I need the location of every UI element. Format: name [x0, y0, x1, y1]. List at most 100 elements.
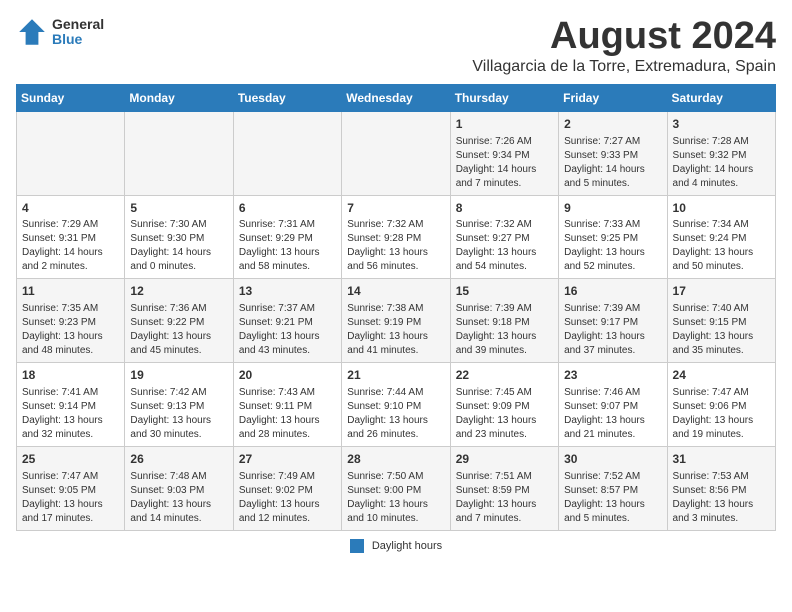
day-info: Sunrise: 7:39 AMSunset: 9:18 PMDaylight:…	[456, 302, 553, 358]
day-number: 25	[22, 451, 119, 468]
day-cell-17: 17Sunrise: 7:40 AMSunset: 9:15 PMDayligh…	[667, 279, 775, 363]
col-header-monday: Monday	[125, 84, 233, 111]
day-info: Sunrise: 7:29 AMSunset: 9:31 PMDaylight:…	[22, 218, 119, 274]
day-info: Sunrise: 7:27 AMSunset: 9:33 PMDaylight:…	[564, 135, 661, 191]
day-info: Sunrise: 7:47 AMSunset: 9:06 PMDaylight:…	[673, 386, 770, 442]
day-cell-26: 26 Sunrise: 7:48 AMSunset: 9:03 PMDayligh…	[125, 446, 233, 530]
day-info: Sunrise: 7:33 AMSunset: 9:25 PMDaylight:…	[564, 218, 661, 274]
day-number: 4	[22, 200, 119, 217]
day-info: Sunrise: 7:40 AMSunset: 9:15 PMDaylight:…	[673, 302, 770, 358]
day-cell-6: 6Sunrise: 7:31 AMSunset: 9:29 PMDaylight…	[233, 195, 341, 279]
day-cell-2: 2 Sunrise: 7:27 AMSunset: 9:33 PMDaylight…	[559, 111, 667, 195]
day-cell-22: 22Sunrise: 7:45 AMSunset: 9:09 PMDayligh…	[450, 363, 558, 447]
day-number: 9	[564, 200, 661, 217]
day-cell-29: 29 Sunrise: 7:51 AMSunset: 8:59 PMDayligh…	[450, 446, 558, 530]
day-cell-7: 7Sunrise: 7:32 AMSunset: 9:28 PMDaylight…	[342, 195, 450, 279]
day-cell-12: 12Sunrise: 7:36 AMSunset: 9:22 PMDayligh…	[125, 279, 233, 363]
calendar-body: 1 Sunrise: 7:26 AMSunset: 9:34 PMDaylight…	[17, 111, 776, 530]
day-number: 21	[347, 367, 444, 384]
day-number: 26	[130, 451, 227, 468]
day-number: 30	[564, 451, 661, 468]
week-row-3: 11 Sunrise: 7:35 AMSunset: 9:23 PMDayligh…	[17, 279, 776, 363]
day-number: 7	[347, 200, 444, 217]
empty-cell	[125, 111, 233, 195]
day-info: Sunrise: 7:38 AMSunset: 9:19 PMDaylight:…	[347, 302, 444, 358]
day-info: Sunrise: 7:53 AMSunset: 8:56 PMDaylight:…	[673, 470, 770, 526]
day-cell-21: 21 Sunrise: 7:44 AMSunset: 9:10 PMDayligh…	[342, 363, 450, 447]
logo-text: General Blue	[52, 17, 104, 48]
day-cell-24: 24Sunrise: 7:47 AMSunset: 9:06 PMDayligh…	[667, 363, 775, 447]
title-area: August 2024 Villagarcia de la Torre, Ext…	[472, 16, 776, 76]
day-number: 6	[239, 200, 336, 217]
day-info: Sunrise: 7:39 AMSunset: 9:17 PMDaylight:…	[564, 302, 661, 358]
day-number: 14	[347, 283, 444, 300]
day-number: 11	[22, 283, 119, 300]
day-info: Sunrise: 7:34 AMSunset: 9:24 PMDaylight:…	[673, 218, 770, 274]
day-number: 20	[239, 367, 336, 384]
day-cell-13: 13Sunrise: 7:37 AMSunset: 9:21 PMDayligh…	[233, 279, 341, 363]
day-info: Sunrise: 7:32 AMSunset: 9:28 PMDaylight:…	[347, 218, 444, 274]
empty-cell	[342, 111, 450, 195]
day-cell-20: 20 Sunrise: 7:43 AMSunset: 9:11 PMDayligh…	[233, 363, 341, 447]
day-number: 5	[130, 200, 227, 217]
day-info: Sunrise: 7:46 AMSunset: 9:07 PMDaylight:…	[564, 386, 661, 442]
day-cell-1: 1 Sunrise: 7:26 AMSunset: 9:34 PMDaylight…	[450, 111, 558, 195]
day-info: Sunrise: 7:31 AMSunset: 9:29 PMDaylight:…	[239, 218, 336, 274]
day-number: 13	[239, 283, 336, 300]
page-header: General Blue August 2024 Villagarcia de …	[16, 16, 776, 76]
day-info: Sunrise: 7:45 AMSunset: 9:09 PMDaylight:…	[456, 386, 553, 442]
col-header-wednesday: Wednesday	[342, 84, 450, 111]
col-header-thursday: Thursday	[450, 84, 558, 111]
week-row-2: 4Sunrise: 7:29 AMSunset: 9:31 PMDaylight…	[17, 195, 776, 279]
day-info: Sunrise: 7:48 AMSunset: 9:03 PMDaylight:…	[130, 470, 227, 526]
day-info: Sunrise: 7:50 AMSunset: 9:00 PMDaylight:…	[347, 470, 444, 526]
calendar-table: SundayMondayTuesdayWednesdayThursdayFrid…	[16, 84, 776, 531]
day-cell-4: 4Sunrise: 7:29 AMSunset: 9:31 PMDaylight…	[17, 195, 125, 279]
day-info: Sunrise: 7:49 AMSunset: 9:02 PMDaylight:…	[239, 470, 336, 526]
day-number: 23	[564, 367, 661, 384]
legend: Daylight hours	[16, 539, 776, 553]
day-info: Sunrise: 7:36 AMSunset: 9:22 PMDaylight:…	[130, 302, 227, 358]
logo-general: General	[52, 17, 104, 32]
day-number: 1	[456, 116, 553, 133]
day-number: 2	[564, 116, 661, 133]
col-header-sunday: Sunday	[17, 84, 125, 111]
day-cell-30: 30Sunrise: 7:52 AMSunset: 8:57 PMDayligh…	[559, 446, 667, 530]
day-cell-9: 9Sunrise: 7:33 AMSunset: 9:25 PMDaylight…	[559, 195, 667, 279]
day-number: 10	[673, 200, 770, 217]
day-info: Sunrise: 7:26 AMSunset: 9:34 PMDaylight:…	[456, 135, 553, 191]
day-number: 16	[564, 283, 661, 300]
col-header-tuesday: Tuesday	[233, 84, 341, 111]
calendar-header: SundayMondayTuesdayWednesdayThursdayFrid…	[17, 84, 776, 111]
week-row-4: 18Sunrise: 7:41 AMSunset: 9:14 PMDayligh…	[17, 363, 776, 447]
day-number: 29	[456, 451, 553, 468]
empty-cell	[17, 111, 125, 195]
day-info: Sunrise: 7:35 AMSunset: 9:23 PMDaylight:…	[22, 302, 119, 358]
day-number: 3	[673, 116, 770, 133]
day-cell-14: 14 Sunrise: 7:38 AMSunset: 9:19 PMDayligh…	[342, 279, 450, 363]
day-number: 27	[239, 451, 336, 468]
header-row: SundayMondayTuesdayWednesdayThursdayFrid…	[17, 84, 776, 111]
day-cell-18: 18Sunrise: 7:41 AMSunset: 9:14 PMDayligh…	[17, 363, 125, 447]
day-number: 8	[456, 200, 553, 217]
day-info: Sunrise: 7:28 AMSunset: 9:32 PMDaylight:…	[673, 135, 770, 191]
day-info: Sunrise: 7:44 AMSunset: 9:10 PMDaylight:…	[347, 386, 444, 442]
day-cell-19: 19Sunrise: 7:42 AMSunset: 9:13 PMDayligh…	[125, 363, 233, 447]
week-row-1: 1 Sunrise: 7:26 AMSunset: 9:34 PMDaylight…	[17, 111, 776, 195]
legend-box	[350, 539, 364, 553]
logo-icon	[16, 16, 48, 48]
day-cell-16: 16 Sunrise: 7:39 AMSunset: 9:17 PMDayligh…	[559, 279, 667, 363]
day-number: 15	[456, 283, 553, 300]
day-info: Sunrise: 7:42 AMSunset: 9:13 PMDaylight:…	[130, 386, 227, 442]
day-cell-31: 31Sunrise: 7:53 AMSunset: 8:56 PMDayligh…	[667, 446, 775, 530]
day-info: Sunrise: 7:51 AMSunset: 8:59 PMDaylight:…	[456, 470, 553, 526]
day-cell-25: 25Sunrise: 7:47 AMSunset: 9:05 PMDayligh…	[17, 446, 125, 530]
week-row-5: 25Sunrise: 7:47 AMSunset: 9:05 PMDayligh…	[17, 446, 776, 530]
day-info: Sunrise: 7:32 AMSunset: 9:27 PMDaylight:…	[456, 218, 553, 274]
day-info: Sunrise: 7:43 AMSunset: 9:11 PMDaylight:…	[239, 386, 336, 442]
day-number: 28	[347, 451, 444, 468]
logo: General Blue	[16, 16, 104, 48]
day-cell-11: 11 Sunrise: 7:35 AMSunset: 9:23 PMDayligh…	[17, 279, 125, 363]
day-cell-23: 23 Sunrise: 7:46 AMSunset: 9:07 PMDayligh…	[559, 363, 667, 447]
day-cell-15: 15 Sunrise: 7:39 AMSunset: 9:18 PMDayligh…	[450, 279, 558, 363]
